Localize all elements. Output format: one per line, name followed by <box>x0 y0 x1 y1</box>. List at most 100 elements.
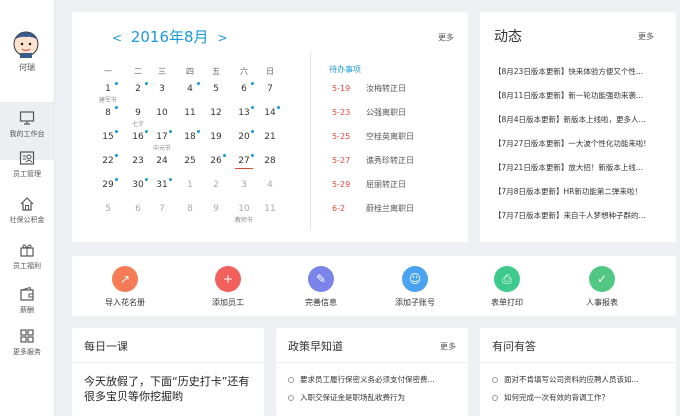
calendar-day[interactable]: 17 中元节 <box>150 130 174 152</box>
event-dot-icon <box>145 178 148 181</box>
calendar-day[interactable]: 15 <box>96 130 120 142</box>
article-title: 如何完成一次有效的背调工作？ <box>504 393 609 402</box>
calendar-day[interactable]: 21 <box>258 132 282 142</box>
todo-item[interactable]: 5-27 谯秀珍转正日 <box>332 155 414 166</box>
calendar-day[interactable]: 16 <box>126 130 150 142</box>
calendar-day[interactable]: 10 教师节 <box>232 204 256 224</box>
calendar-day[interactable]: 8 <box>96 106 120 118</box>
policy-card: 政策早知道 更多 要求员工履行保密义务必须支付保密费... 入职交保证金是职场乱收… <box>276 328 468 416</box>
sidebar-item-more-services[interactable]: 更多服务 <box>0 328 54 378</box>
calendar-day[interactable]: 1 <box>178 180 202 190</box>
calendar-day[interactable]: 9 <box>204 204 228 214</box>
quick-action-button[interactable]: + 添加员工 <box>193 266 263 308</box>
calendar-day[interactable]: 25 <box>178 156 202 166</box>
calendar-day[interactable]: 6 <box>126 204 150 214</box>
quick-action-label: 导入花名册 <box>105 298 145 307</box>
calendar-day[interactable]: 4 <box>178 82 202 94</box>
article-link[interactable]: 如何完成一次有效的背调工作？ <box>492 392 666 403</box>
calendar-day[interactable]: 13 <box>232 106 256 118</box>
bullet-icon <box>492 377 498 383</box>
news-more-link[interactable]: 更多 <box>638 31 654 42</box>
sidebar: 何瑞 我的工作台 员工管理 社保公积金 员工福利 薪酬 更多服务 <box>0 0 55 416</box>
todo-item[interactable]: 6-2 蔚桂兰离职日 <box>332 203 414 214</box>
calendar-day[interactable]: 11 <box>178 108 202 118</box>
calendar-day[interactable]: 2 <box>204 180 228 190</box>
calendar-day[interactable]: 24 <box>150 156 174 166</box>
article-link[interactable]: 入职交保证金是职场乱收费行为 <box>288 392 462 403</box>
calendar-day[interactable]: 28 <box>258 156 282 166</box>
event-dot-icon <box>145 130 148 133</box>
prev-month-button[interactable]: < <box>108 31 126 45</box>
calendar-day[interactable]: 11 <box>258 204 282 214</box>
day-number: 1 <box>187 180 193 190</box>
todo-item[interactable]: 5-29 屈丽转正日 <box>332 179 406 190</box>
calendar-day[interactable]: 1 建军节 <box>96 82 120 104</box>
news-item[interactable]: 【7月27日版本更新】一大波个性化功能来啦! <box>494 138 664 149</box>
calendar-day[interactable]: 5 <box>96 204 120 214</box>
sidebar-item-benefits[interactable]: 员工福利 <box>0 242 54 292</box>
calendar-day[interactable]: 9 七夕 <box>126 108 150 128</box>
day-number: 24 <box>156 156 168 166</box>
calendar-day[interactable]: 23 <box>126 156 150 166</box>
day-number: 4 <box>187 84 193 94</box>
quick-action-button[interactable]: ✎ 完善信息 <box>286 266 356 308</box>
sidebar-item-label: 薪酬 <box>20 306 34 314</box>
news-item[interactable]: 【8月23日版本更新】快来体验方便又个性... <box>494 66 664 77</box>
day-number: 20 <box>238 132 250 142</box>
calendar-day[interactable]: 7 <box>258 84 282 94</box>
quick-action-button[interactable]: ☺ 添加子账号 <box>380 266 450 308</box>
todo-item[interactable]: 5-23 公强离职日 <box>332 107 406 118</box>
sidebar-item-social-security[interactable]: 社保公积金 <box>0 196 54 246</box>
calendar-day[interactable]: 27 <box>232 154 256 169</box>
lesson-text[interactable]: 今天放假了，下面“历史打卡”还有很多宝贝等你挖掘哟 <box>84 374 256 404</box>
quick-action-button[interactable]: ✓ 人事报表 <box>567 266 637 308</box>
sidebar-item-label: 员工管理 <box>13 170 41 178</box>
quick-action-button[interactable]: ⎙ 表单打印 <box>472 266 542 308</box>
day-number: 10 <box>156 108 168 118</box>
day-number: 23 <box>132 156 144 166</box>
avatar[interactable] <box>10 26 42 58</box>
quick-action-button[interactable]: ↗ 导入花名册 <box>90 266 160 308</box>
calendar-day[interactable]: 8 <box>178 204 202 214</box>
todo-item[interactable]: 5-19 汝梅转正日 <box>332 83 406 94</box>
calendar-day[interactable]: 22 <box>96 154 120 166</box>
calendar-day[interactable]: 7 <box>150 204 174 214</box>
article-link[interactable]: 要求员工履行保密义务必须支付保密费... <box>288 374 462 385</box>
calendar-day[interactable]: 2 <box>126 82 150 94</box>
calendar-day[interactable]: 18 <box>178 130 202 142</box>
calendar-day[interactable]: 3 <box>232 180 256 190</box>
calendar-day[interactable]: 12 <box>204 108 228 118</box>
calendar-day[interactable]: 29 <box>96 178 120 190</box>
holiday-label: 教师节 <box>234 217 253 224</box>
sidebar-item-employees[interactable]: 员工管理 <box>0 150 54 200</box>
policy-more-link[interactable]: 更多 <box>440 341 456 352</box>
calendar-day[interactable]: 14 <box>258 106 282 118</box>
calendar-day[interactable]: 26 <box>204 154 228 166</box>
todo-title: 待办事项 <box>329 65 361 74</box>
news-item[interactable]: 【7月8日版本更新】HR新功能第二弹来啦！ <box>494 186 664 197</box>
event-dot-icon <box>115 130 118 133</box>
weekday-label: 一 <box>104 67 112 76</box>
event-dot-icon <box>115 178 118 181</box>
news-item[interactable]: 【8月11日版本更新】新一轮功能强劲来袭... <box>494 90 664 101</box>
todo-item[interactable]: 5-25 空桂英离职日 <box>332 131 414 142</box>
day-number: 19 <box>210 132 222 142</box>
calendar-day[interactable]: 31 <box>150 178 174 190</box>
calendar-more-link[interactable]: 更多 <box>438 32 454 43</box>
calendar-day[interactable]: 10 <box>150 108 174 118</box>
calendar-day[interactable]: 20 <box>232 130 256 142</box>
news-item[interactable]: 【8月4日版本更新】新版本上线啦，更多人... <box>494 114 664 125</box>
calendar-day[interactable]: 30 <box>126 178 150 190</box>
article-link[interactable]: 面对不肯填写公司资料的应聘人员该如... <box>492 374 666 385</box>
calendar-day[interactable]: 4 <box>258 180 282 190</box>
weekday-label: 五 <box>212 67 220 76</box>
day-number: 3 <box>159 84 165 94</box>
news-item[interactable]: 【7月7日版本更新】来自千人梦想种子群的... <box>494 210 664 221</box>
calendar-day[interactable]: 19 <box>204 132 228 142</box>
calendar-day[interactable]: 3 <box>150 84 174 94</box>
calendar-day[interactable]: 5 <box>204 84 228 94</box>
next-month-button[interactable]: > <box>213 31 231 45</box>
calendar-day[interactable]: 6 <box>232 82 256 94</box>
news-item[interactable]: 【7月21日版本更新】放大招！新版本上线... <box>494 162 664 173</box>
day-number: 2 <box>213 180 219 190</box>
